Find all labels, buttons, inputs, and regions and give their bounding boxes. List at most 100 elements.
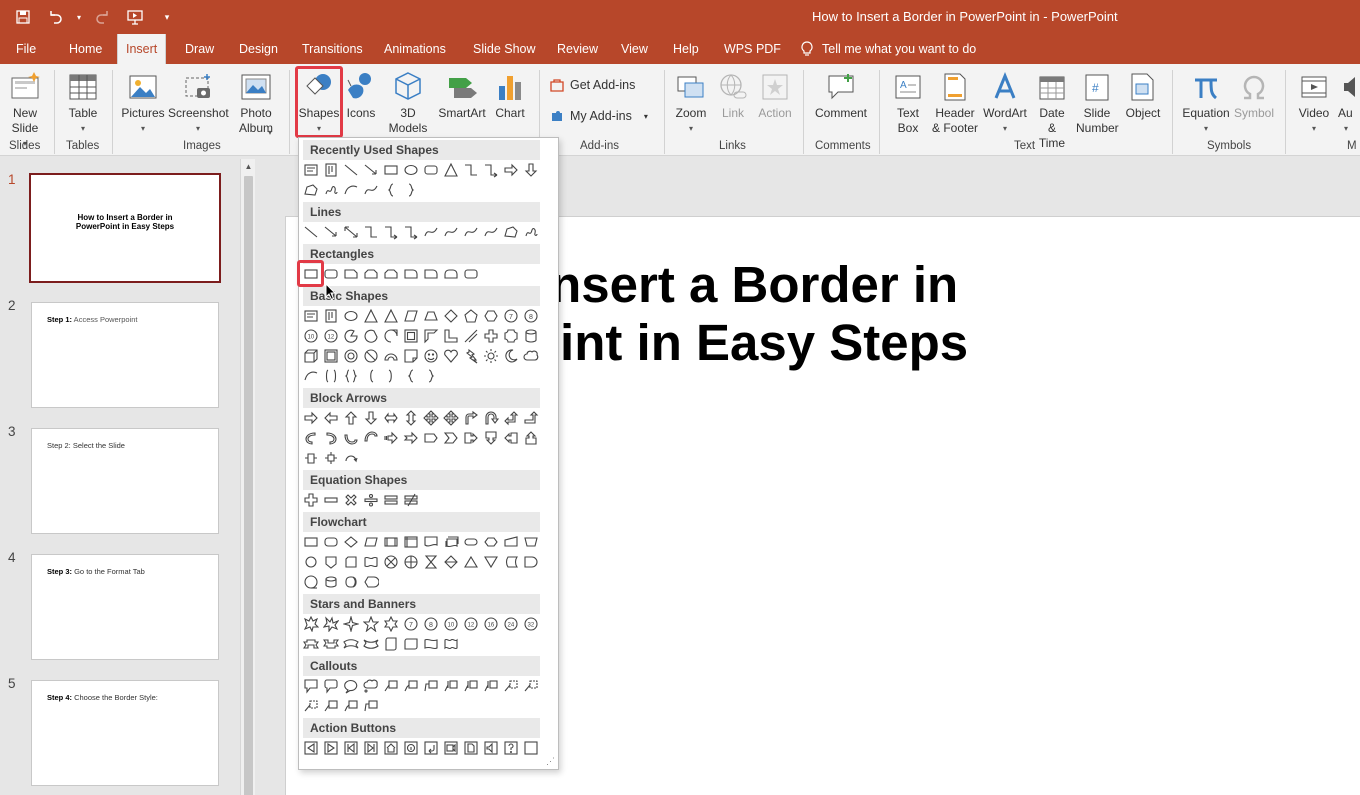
object-button[interactable]: Object [1121,68,1165,121]
shape-curve-icon[interactable] [361,180,381,200]
shape-curve-icon[interactable] [461,222,481,242]
shape-uarrow-icon[interactable] [341,408,361,428]
shape-darrow-icon[interactable] [361,408,381,428]
shape-dcallout-icon[interactable] [481,428,501,448]
shape-bevel-icon[interactable] [321,346,341,366]
shape-line-callout1-icon[interactable] [381,676,401,696]
redo-icon[interactable] [90,6,116,28]
slide-thumbnail-2[interactable]: Step 1: Access Powerpoint [31,302,219,408]
undo-icon[interactable] [42,6,68,28]
shape-elbow-icon[interactable] [461,160,481,180]
shape-donut-icon[interactable] [341,346,361,366]
shape-fc-sort-icon[interactable] [441,552,461,572]
shape-fc-predef-icon[interactable] [381,532,401,552]
tab-home[interactable]: Home [61,34,110,64]
shape-star5-icon[interactable] [361,614,381,634]
tab-help[interactable]: Help [665,34,707,64]
shape-pentagon-icon[interactable] [461,306,481,326]
shape-act-end-icon[interactable] [361,738,381,758]
shape-pie-icon[interactable] [341,326,361,346]
shape-act-sound-icon[interactable] [481,738,501,758]
shape-striped-r-icon[interactable] [381,428,401,448]
smartart-button[interactable]: SmartArt [436,68,488,121]
shape-pent-arrow-icon[interactable] [421,428,441,448]
shape-ribbon-down-icon[interactable] [321,634,341,654]
shape-rbrace-icon[interactable] [421,366,441,386]
shape-curved-ribbon-down-icon[interactable] [361,634,381,654]
video-button[interactable]: Video ▾ [1292,68,1336,136]
shape-fc-connector-icon[interactable] [301,552,321,572]
shape-fc-or-icon[interactable] [401,552,421,572]
shape-heart-icon[interactable] [441,346,461,366]
icons-button[interactable]: Icons [342,68,380,121]
shape-cube-icon[interactable] [301,346,321,366]
shape-hscroll-icon[interactable] [401,634,421,654]
shape-equal-icon[interactable] [381,490,401,510]
shape-udarrow-icon[interactable] [401,408,421,428]
shape-fc-seq-icon[interactable] [301,572,321,592]
slide-thumbnail-1[interactable]: How to Insert a Border in PowerPoint in … [29,173,221,283]
shape-fc-merge-icon[interactable] [481,552,501,572]
shape-speech-oval-icon[interactable] [341,676,361,696]
shape-fc-extract-icon[interactable] [461,552,481,572]
chart-button[interactable]: Chart [490,68,530,121]
tab-design[interactable]: Design [231,34,286,64]
tab-view[interactable]: View [613,34,656,64]
tab-slide-show[interactable]: Slide Show [465,34,544,64]
shape-line-callout1-icon[interactable] [321,696,341,716]
shape-dbrace-icon[interactable] [341,366,361,386]
shape-folded-icon[interactable] [401,346,421,366]
slide-thumbnail-4[interactable]: Step 3: Go to the Format Tab [31,554,219,660]
save-icon[interactable] [10,6,36,28]
shape-border-callout-icon[interactable] [521,676,541,696]
shape-fc-alt-icon[interactable] [321,532,341,552]
shape-elbowarr-icon[interactable] [481,160,501,180]
tab-animations[interactable]: Animations [376,34,454,64]
screenshot-button[interactable]: Screenshot ▾ [168,68,229,136]
shape-star12-icon[interactable]: 12 [461,614,481,634]
shape-notched-r-icon[interactable] [401,428,421,448]
shape-quadcallout-icon[interactable] [321,448,341,468]
shape-snip1-icon[interactable] [341,264,361,284]
shape-star24-icon[interactable]: 24 [501,614,521,634]
my-addins-button[interactable]: My Add-ins ▾ [550,109,648,123]
shape-arrowline-icon[interactable] [361,160,381,180]
shape-act-help-icon[interactable] [501,738,521,758]
tab-wps-pdf[interactable]: WPS PDF [716,34,789,64]
shape-fc-prep-icon[interactable] [481,532,501,552]
shape-speech-rect-icon[interactable] [301,676,321,696]
shape-elbowarr-icon[interactable] [401,222,421,242]
shape-chevron-icon[interactable] [441,428,461,448]
shape-circ-arrow-icon[interactable] [341,448,361,468]
shape-accent-callout-icon[interactable] [461,676,481,696]
scroll-up-arrow-icon[interactable]: ▲ [241,159,256,174]
shape-star4-icon[interactable] [341,614,361,634]
shape-divide-icon[interactable] [361,490,381,510]
shape-hexagon-icon[interactable] [481,306,501,326]
shape-textbox-icon[interactable] [301,160,321,180]
shape-ribbon-up-icon[interactable] [301,634,321,654]
shape-textbox-icon[interactable] [301,306,321,326]
shape-fc-multi-doc-icon[interactable] [441,532,461,552]
shape-snip2-icon[interactable] [381,264,401,284]
shape-lbracket-icon[interactable] [361,366,381,386]
shape-halfframe-icon[interactable] [421,326,441,346]
shape-cross-icon[interactable] [481,326,501,346]
shape-bentup-icon[interactable] [521,408,541,428]
shape-star6-icon[interactable] [381,614,401,634]
shape-lshape-icon[interactable] [441,326,461,346]
shape-teardrop-icon[interactable] [381,326,401,346]
shape-round1-icon[interactable] [401,264,421,284]
shape-chord-icon[interactable] [361,326,381,346]
slide-thumbnail-3[interactable]: Step 2: Select the Slide [31,428,219,534]
symbol-button[interactable]: Symbol [1232,68,1276,121]
shape-line-icon[interactable] [341,160,361,180]
shape-scribble-icon[interactable] [321,180,341,200]
shape-diag-icon[interactable] [461,326,481,346]
shape-vscroll-icon[interactable] [381,634,401,654]
shape-fc-delay-icon[interactable] [521,552,541,572]
shape-darrow-icon[interactable] [521,160,541,180]
shape-snip2-icon[interactable] [361,264,381,284]
shape-wave-icon[interactable] [421,634,441,654]
shape-rrect-icon[interactable] [461,264,481,284]
